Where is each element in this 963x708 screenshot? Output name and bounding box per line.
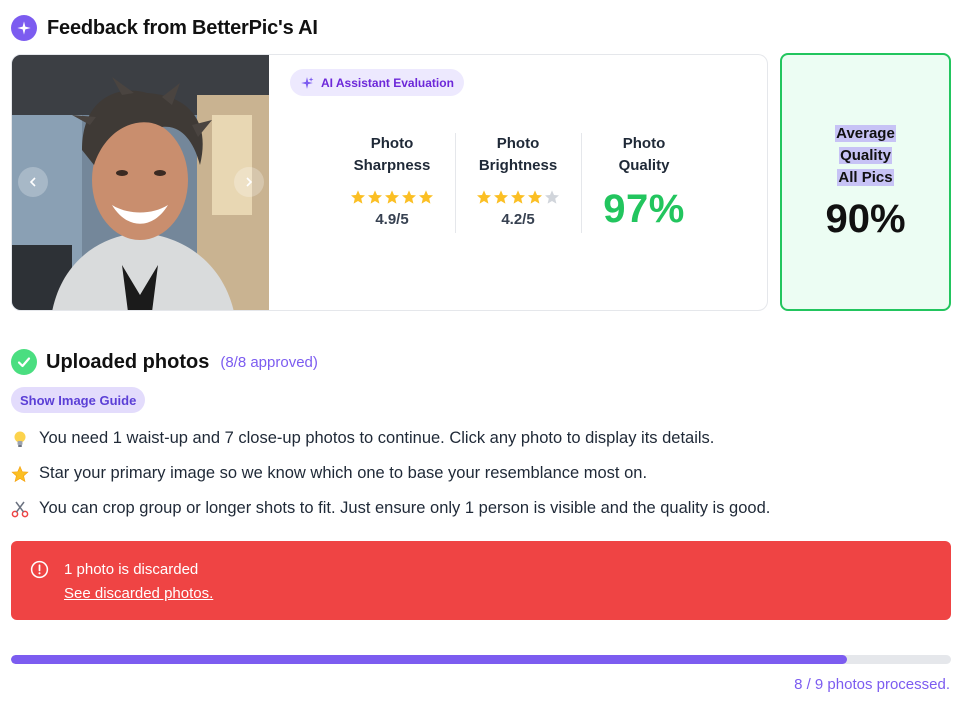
metric-title: Photo Brightness <box>478 135 558 174</box>
metric-title: Photo Sharpness <box>353 135 431 174</box>
star-filled-icon <box>494 190 508 204</box>
sparkle-icon <box>11 15 37 41</box>
quality-percentage: 97% <box>603 187 685 231</box>
star-icon <box>11 465 29 483</box>
star-filled-icon <box>419 190 433 204</box>
metric-brightness: Photo Brightness 4.2/5 <box>458 133 578 228</box>
star-filled-icon <box>402 190 416 204</box>
see-discarded-link[interactable]: See discarded photos. <box>64 585 213 602</box>
uploaded-photos-header: Uploaded photos (8/8 approved) <box>11 349 318 375</box>
star-filled-icon <box>368 190 382 204</box>
page-header: Feedback from BetterPic's AI <box>11 15 318 41</box>
rating-stars <box>458 189 578 205</box>
tip-text: You can crop group or longer shots to fi… <box>39 499 771 517</box>
star-filled-icon <box>528 190 542 204</box>
discarded-alert: 1 photo is discarded See discarded photo… <box>11 541 951 620</box>
tip-item: Star your primary image so we know which… <box>11 464 647 483</box>
metric-quality: Photo Quality 97% <box>584 133 704 232</box>
tip-text: Star your primary image so we know which… <box>39 464 648 482</box>
star-filled-icon <box>385 190 399 204</box>
average-quality-value: 90% <box>825 197 906 241</box>
progress-bar <box>11 655 951 664</box>
metric-divider <box>581 133 582 233</box>
metric-value: 4.9/5 <box>375 211 409 228</box>
uploaded-photos-title: Uploaded photos <box>46 350 210 373</box>
progress-text: 8 / 9 photos processed. <box>794 676 950 693</box>
tip-text: You need 1 waist-up and 7 close-up photo… <box>39 429 715 447</box>
average-quality-label: Average Quality All Pics <box>835 125 896 186</box>
carousel-prev-button[interactable] <box>18 167 48 197</box>
ai-feedback-card: AI Assistant Evaluation Photo Sharpness … <box>11 54 768 311</box>
check-icon <box>11 349 37 375</box>
ai-evaluation-badge: AI Assistant Evaluation <box>290 69 464 96</box>
rating-stars <box>332 189 452 205</box>
metric-value: 4.2/5 <box>501 211 535 228</box>
chevron-right-icon <box>246 177 253 187</box>
carousel-next-button[interactable] <box>234 167 264 197</box>
alert-message: 1 photo is discarded <box>64 561 199 578</box>
approved-count: (8/8 approved) <box>220 353 318 371</box>
metric-sharpness: Photo Sharpness 4.9/5 <box>332 133 452 228</box>
star-filled-icon <box>351 190 365 204</box>
tip-item: You can crop group or longer shots to fi… <box>11 499 770 518</box>
star-empty-icon <box>545 190 559 204</box>
photo-preview[interactable] <box>12 55 269 310</box>
average-quality-card: Average Quality All Pics 90% <box>780 53 951 311</box>
show-image-guide-button[interactable]: Show Image Guide <box>11 387 146 413</box>
alert-circle-icon <box>30 560 49 579</box>
sparkle-icon <box>301 76 314 89</box>
tip-item: You need 1 waist-up and 7 close-up photo… <box>11 429 714 448</box>
chevron-left-icon <box>29 177 36 187</box>
star-filled-icon <box>477 190 491 204</box>
star-filled-icon <box>511 190 525 204</box>
metric-divider <box>455 133 456 233</box>
progress-fill <box>11 655 847 664</box>
metric-title: Photo Quality <box>618 135 670 174</box>
scissors-icon <box>11 500 29 518</box>
page-title: Feedback from BetterPic's AI <box>47 16 318 39</box>
ai-badge-label: AI Assistant Evaluation <box>321 75 454 90</box>
lightbulb-icon <box>11 430 29 448</box>
